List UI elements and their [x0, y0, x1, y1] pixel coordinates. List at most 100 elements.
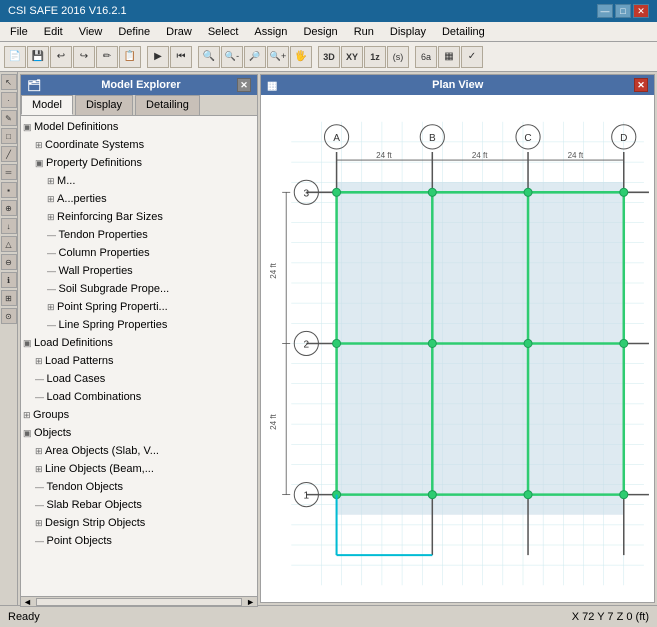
menu-edit[interactable]: Edit: [36, 24, 71, 40]
lt-load[interactable]: ↓: [1, 218, 17, 234]
tree-item[interactable]: — Line Spring Properties: [23, 316, 255, 334]
tb-zoom-window[interactable]: 🔎: [244, 46, 266, 68]
lt-beam[interactable]: ═: [1, 164, 17, 180]
menu-file[interactable]: File: [2, 24, 36, 40]
tb-6a[interactable]: 6a: [415, 46, 437, 68]
tree-item[interactable]: ⊞ Point Spring Properti...: [23, 298, 255, 316]
tree-item[interactable]: — Column Properties: [23, 244, 255, 262]
tree-item[interactable]: — Tendon Objects: [23, 478, 255, 496]
tb-save[interactable]: 💾: [27, 46, 49, 68]
model-explorer-close[interactable]: ✕: [237, 78, 251, 92]
svg-text:24 ft: 24 ft: [472, 151, 488, 160]
tb-xy[interactable]: XY: [341, 46, 363, 68]
tb-run[interactable]: ▶: [147, 46, 169, 68]
tree-item[interactable]: — Slab Rebar Objects: [23, 496, 255, 514]
tree-item[interactable]: ⊞ M...: [23, 172, 255, 190]
tree-item[interactable]: ▣ Model Definitions: [23, 118, 255, 136]
lt-section[interactable]: ⊖: [1, 254, 17, 270]
scrollbar-right[interactable]: ►: [244, 597, 257, 607]
plan-view-title: Plan View: [432, 79, 483, 91]
tb-1z[interactable]: 1z: [364, 46, 386, 68]
tb-copy[interactable]: 📋: [119, 46, 141, 68]
tree-item[interactable]: — Load Combinations: [23, 388, 255, 406]
tree-item[interactable]: — Point Objects: [23, 532, 255, 550]
tree-item[interactable]: ▣ Objects: [23, 424, 255, 442]
lt-spring[interactable]: ⊕: [1, 200, 17, 216]
tree-item[interactable]: ⊞ Groups: [23, 406, 255, 424]
svg-text:24 ft: 24 ft: [376, 151, 392, 160]
menu-view[interactable]: View: [71, 24, 111, 40]
tb-redo[interactable]: ↪: [73, 46, 95, 68]
tb-s[interactable]: (s): [387, 46, 409, 68]
tree-item[interactable]: ⊞ A...perties: [23, 190, 255, 208]
lt-support[interactable]: △: [1, 236, 17, 252]
tree-item[interactable]: — Load Cases: [23, 370, 255, 388]
menu-display[interactable]: Display: [382, 24, 434, 40]
menu-bar: File Edit View Define Draw Select Assign…: [0, 22, 657, 42]
tree-item[interactable]: ▣ Property Definitions: [23, 154, 255, 172]
tree-item[interactable]: ▣ Load Definitions: [23, 334, 255, 352]
model-explorer-tree[interactable]: ▣ Model Definitions⊞ Coordinate Systems▣…: [21, 116, 257, 596]
plan-view-close[interactable]: ✕: [634, 78, 648, 92]
me-tab-display[interactable]: Display: [75, 95, 133, 115]
tb-zoom-in[interactable]: 🔍: [198, 46, 220, 68]
tb-zoom-out[interactable]: 🔍-: [221, 46, 243, 68]
lt-select[interactable]: ↖: [1, 74, 17, 90]
tb-pan[interactable]: 🖐: [290, 46, 312, 68]
me-tab-detailing[interactable]: Detailing: [135, 95, 200, 115]
svg-text:D: D: [620, 133, 627, 144]
tb-zoom-fit[interactable]: 🔍+: [267, 46, 289, 68]
tb-grid[interactable]: ▦: [438, 46, 460, 68]
menu-detailing[interactable]: Detailing: [434, 24, 493, 40]
model-explorer: 🗂 Model Explorer ✕ Model Display Detaili…: [20, 74, 258, 607]
maximize-button[interactable]: □: [615, 4, 631, 18]
lt-draw[interactable]: ✎: [1, 110, 17, 126]
lt-slab[interactable]: ▪: [1, 182, 17, 198]
tree-item[interactable]: ⊞ Line Objects (Beam,...: [23, 460, 255, 478]
window-controls[interactable]: — □ ✕: [597, 4, 649, 18]
lt-point[interactable]: ·: [1, 92, 17, 108]
status-text: Ready: [8, 611, 40, 623]
minimize-button[interactable]: —: [597, 4, 613, 18]
me-tab-model[interactable]: Model: [21, 95, 73, 115]
tree-item[interactable]: ⊞ Design Strip Objects: [23, 514, 255, 532]
tree-item[interactable]: ⊞ Area Objects (Slab, V...: [23, 442, 255, 460]
lt-info[interactable]: ℹ: [1, 272, 17, 288]
lt-rectangle[interactable]: □: [1, 128, 17, 144]
lt-line[interactable]: ╱: [1, 146, 17, 162]
model-explorer-tabs: Model Display Detailing: [21, 95, 257, 116]
menu-select[interactable]: Select: [200, 24, 247, 40]
close-button[interactable]: ✕: [633, 4, 649, 18]
plan-view-header: ▦ Plan View ✕: [261, 75, 654, 95]
menu-draw[interactable]: Draw: [158, 24, 200, 40]
menu-run[interactable]: Run: [346, 24, 382, 40]
lt-misc[interactable]: ⊙: [1, 308, 17, 324]
status-bar: Ready X 72 Y 7 Z 0 (ft): [0, 605, 657, 627]
model-explorer-header: 🗂 Model Explorer ✕: [21, 75, 257, 95]
menu-define[interactable]: Define: [110, 24, 158, 40]
tb-3d[interactable]: 3D: [318, 46, 340, 68]
scrollbar-track[interactable]: [36, 598, 242, 606]
tb-undo[interactable]: ↩: [50, 46, 72, 68]
tb-pencil[interactable]: ✏: [96, 46, 118, 68]
tree-item[interactable]: — Tendon Properties: [23, 226, 255, 244]
model-explorer-scrollbar[interactable]: ◄ ►: [21, 596, 257, 606]
tree-item[interactable]: ⊞ Coordinate Systems: [23, 136, 255, 154]
menu-design[interactable]: Design: [295, 24, 345, 40]
menu-assign[interactable]: Assign: [246, 24, 295, 40]
svg-text:1: 1: [304, 491, 310, 502]
tree-item[interactable]: — Wall Properties: [23, 262, 255, 280]
plan-view-canvas[interactable]: A B C D 24 ft 24 ft 24 ft: [261, 95, 654, 602]
coordinates-text: X 72 Y 7 Z 0 (ft): [572, 611, 649, 623]
tb-new[interactable]: 📄: [4, 46, 26, 68]
tree-item[interactable]: ⊞ Reinforcing Bar Sizes: [23, 208, 255, 226]
plan-view: ▦ Plan View ✕: [260, 74, 655, 603]
lt-measure[interactable]: ⊞: [1, 290, 17, 306]
tb-step[interactable]: ⏮: [170, 46, 192, 68]
tree-item[interactable]: ⊞ Load Patterns: [23, 352, 255, 370]
svg-text:3: 3: [304, 188, 310, 199]
tree-item[interactable]: — Soil Subgrade Prope...: [23, 280, 255, 298]
scrollbar-left[interactable]: ◄: [21, 597, 34, 607]
svg-text:2: 2: [304, 339, 310, 350]
tb-check[interactable]: ✓: [461, 46, 483, 68]
